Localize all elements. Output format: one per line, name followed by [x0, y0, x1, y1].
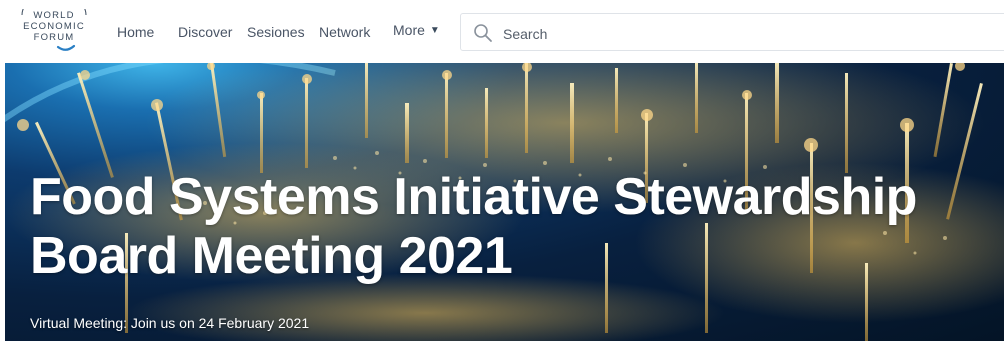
- hero-banner: Food Systems Initiative Stewardship Boar…: [5, 63, 1004, 341]
- more-label: More: [393, 22, 425, 38]
- nav-item-sesiones[interactable]: Sesiones: [247, 0, 305, 63]
- nav-item-home[interactable]: Home: [117, 0, 154, 63]
- logo-text-economic: ECONOMIC: [23, 21, 85, 32]
- nav-link-discover[interactable]: Discover: [178, 24, 232, 40]
- top-navigation-bar: WORLD ECONOMIC FORUM Home Discover Sesio…: [0, 0, 1004, 63]
- nav-link-network[interactable]: Network: [319, 24, 370, 40]
- nav-item-network[interactable]: Network: [319, 0, 370, 63]
- caret-down-icon: ▼: [429, 24, 440, 36]
- nav-link-sesiones[interactable]: Sesiones: [247, 24, 305, 40]
- hero-title: Food Systems Initiative Stewardship Boar…: [30, 168, 1004, 286]
- nav-item-discover[interactable]: Discover: [178, 0, 232, 63]
- more-menu-button[interactable]: More ▼: [393, 22, 440, 38]
- search-input[interactable]: [501, 22, 985, 46]
- search-box[interactable]: [460, 13, 1004, 51]
- nav-link-home[interactable]: Home: [117, 24, 154, 40]
- hero-subtitle: Virtual Meeting: Join us on 24 February …: [30, 315, 310, 331]
- hero-title-line2: Board Meeting 2021: [30, 227, 513, 285]
- wef-logo[interactable]: WORLD ECONOMIC FORUM: [14, 9, 94, 55]
- search-icon: [474, 24, 492, 42]
- logo-text-forum: FORUM: [33, 32, 75, 43]
- logo-text-world: WORLD: [33, 10, 75, 21]
- hero-title-line1: Food Systems Initiative Stewardship: [30, 168, 917, 226]
